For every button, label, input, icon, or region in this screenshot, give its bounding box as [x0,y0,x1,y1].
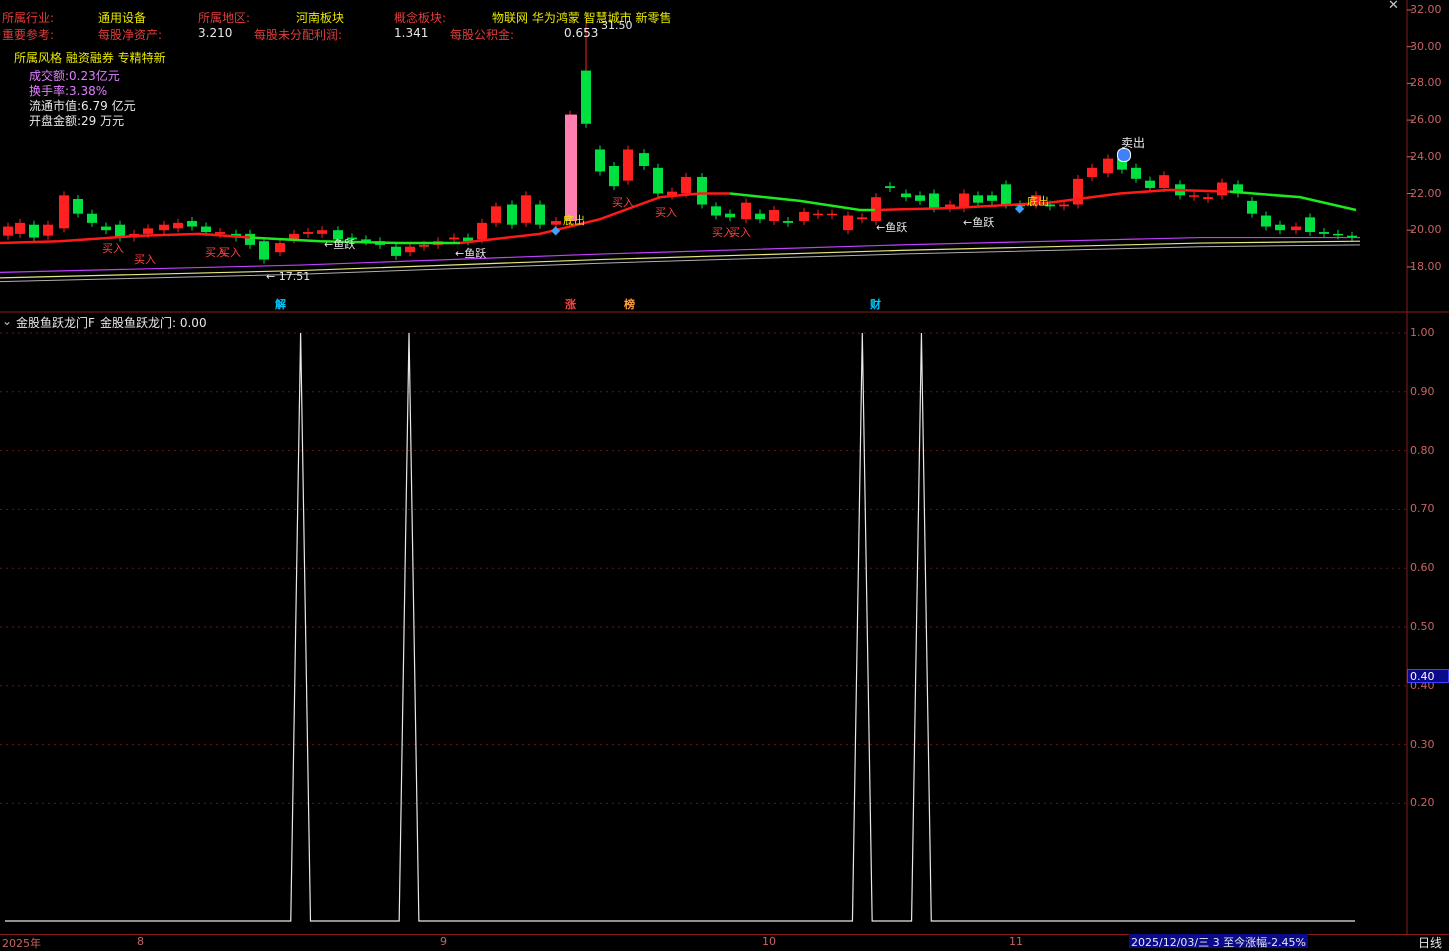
ma-line-yellow [0,240,1361,279]
event-marker-1[interactable]: 解 [274,296,287,312]
fish-signal-1: ←鱼跃 [324,238,356,251]
price-tick-label: 28.00 [1410,76,1442,90]
concept-value[interactable]: 物联网 华为鸿蒙 智慧城市 新零售 [492,9,671,26]
concept-label: 概念板块: [394,11,447,25]
event-marker-4[interactable]: 财 [869,296,882,312]
low-price-value: 17.51 [278,270,311,283]
close-icon[interactable]: ✕ [1388,0,1399,13]
diamond-icon-2: ◆ [1015,201,1025,215]
low-price-label: ← 17.51 [266,270,311,283]
ma-line-green-2 [729,192,875,212]
date-label-oct: 10 [762,935,776,948]
sell-signal-icon [1117,148,1131,162]
buy-signal-8: 买入 [729,226,751,239]
price-tick-label: 32.00 [1410,3,1442,16]
period-label[interactable]: 日线 [1418,934,1442,951]
price-tick-label: 22.00 [1410,186,1442,200]
price-tick-label: 24.00 [1410,149,1442,163]
region-value[interactable]: 河南板块 [296,9,344,26]
status-range-text: 2025/12/03/三 3 至今涨幅-2.45% [1129,934,1309,949]
bvps-value: 3.210 [198,26,233,40]
current-value-marker: 0.40 [1407,669,1449,683]
chart-canvas[interactable] [0,0,1449,948]
indicator-toggle-icon[interactable]: ⌄ [2,314,12,328]
ma-line-gray [0,244,1361,283]
date-label-nov: 11 [1009,935,1023,948]
event-marker-3[interactable]: 榜 [623,296,636,312]
bottom-tag-2: 底出 [1027,195,1049,208]
reserve-value: 0.653 [564,26,599,40]
industry-label: 所属行业: [2,11,55,25]
indicator-tick-label: 0.50 [1410,620,1435,633]
indicator-tick-label: 0.70 [1410,502,1435,516]
indicator-tick-label: 0.80 [1410,443,1435,457]
event-marker-2[interactable]: 涨 [564,296,577,312]
undist-label: 每股未分配利润: [254,28,343,42]
style-tags: 所属风格 融资融券 专精特新 [14,51,166,65]
fish-signal-2: ←鱼跃 [455,247,487,260]
diamond-icon-1: ◆ [551,223,561,237]
indicator-name[interactable]: 金股鱼跃龙门F [16,314,95,331]
high-price-label: 31.50 [601,19,633,32]
region-label: 所属地区: [198,11,251,25]
indicator-tick-label: 0.30 [1410,737,1435,751]
open-amount: 开盘金额:29 万元 [29,114,125,128]
industry-value[interactable]: 通用设备 [98,9,146,26]
date-label-aug: 8 [137,935,144,948]
buy-signal-5: 买入 [612,196,634,209]
price-tick-label: 18.00 [1410,259,1442,273]
reserve-label: 每股公积金: [450,28,515,42]
indicator-value: 金股鱼跃龙门: 0.00 [100,316,207,330]
indicator-tick-label: 0.20 [1410,796,1435,810]
indicator-tick-label: 1.00 [1410,326,1435,339]
buy-signal-2: 买入 [134,253,156,266]
candle-highlight [565,114,577,222]
price-tick-label: 30.00 [1410,39,1442,53]
bvps-label: 每股净资产: [98,28,163,42]
indicator-tick-label: 0.90 [1410,384,1435,398]
fish-signal-4: ←鱼跃 [963,216,995,229]
date-label-year: 2025年 [2,937,41,950]
fish-signal-3: ←鱼跃 [876,221,908,234]
price-tick-label: 20.00 [1410,223,1442,237]
date-label-sep: 9 [440,935,447,948]
price-tick-label: 26.00 [1410,113,1442,127]
indicator-tick-label: 0.60 [1410,561,1435,575]
bottom-tag-1: 底出 [563,214,585,227]
buy-signal-1: 买入 [102,242,124,255]
undist-value: 1.341 [394,26,429,40]
ref-label: 重要参考: [2,28,55,42]
buy-signal-6: 买入 [655,206,677,219]
ma-line-purple [0,236,1360,274]
buy-signal-4: 买入 [219,246,241,259]
